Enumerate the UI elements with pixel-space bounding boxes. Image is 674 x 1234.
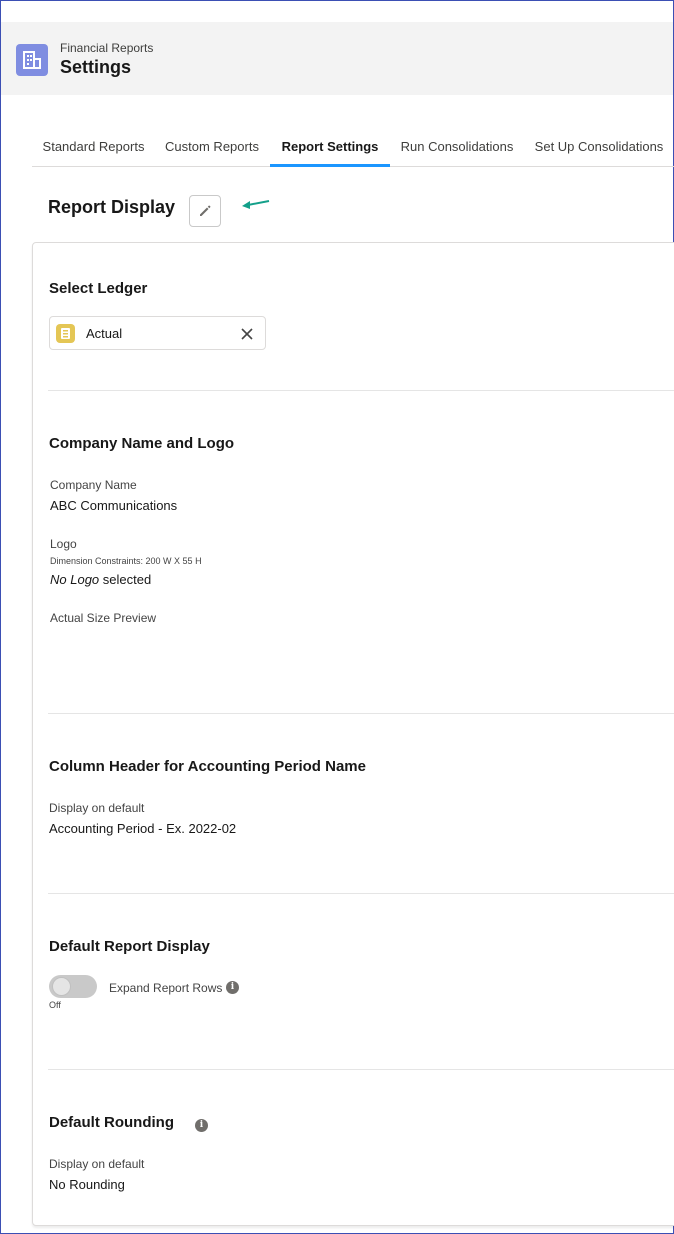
ledger-icon xyxy=(56,324,75,343)
logo-constraints: Dimension Constraints: 200 W X 55 H xyxy=(50,556,202,566)
divider xyxy=(48,713,674,714)
page-title: Settings xyxy=(60,57,132,77)
company-section-title: Company Name and Logo xyxy=(49,435,235,452)
company-name-value: ABC Communications xyxy=(50,498,178,513)
rounding-label: Display on default xyxy=(49,1157,145,1171)
divider xyxy=(48,893,674,894)
company-name-label: Company Name xyxy=(50,478,137,492)
column-header-value: Accounting Period - Ex. 2022-02 xyxy=(49,821,237,836)
ledger-value: Actual xyxy=(86,326,123,341)
page-header: Financial Reports Settings xyxy=(1,22,673,95)
report-display-title: Report Display xyxy=(48,197,176,217)
info-icon[interactable]: i xyxy=(195,1119,208,1132)
preview-label: Actual Size Preview xyxy=(50,611,157,625)
arrow-icon xyxy=(242,200,270,209)
expand-rows-toggle[interactable] xyxy=(49,975,97,998)
tab-set-up-consolidations[interactable]: Set Up Consolidations xyxy=(526,130,672,167)
toggle-label: Expand Report Rows xyxy=(109,981,223,995)
tab-report-settings[interactable]: Report Settings xyxy=(270,130,390,167)
rounding-title: Default Rounding xyxy=(49,1114,174,1131)
edit-button[interactable] xyxy=(189,195,221,227)
close-icon[interactable] xyxy=(239,326,255,342)
toggle-state: Off xyxy=(49,1000,61,1010)
logo-value: No Logo selected xyxy=(50,572,152,587)
ledger-pill[interactable]: Actual xyxy=(49,316,266,350)
app-subtitle: Financial Reports xyxy=(60,41,154,55)
tab-bar: Standard Reports Custom Reports Report S… xyxy=(32,130,674,167)
column-header-title: Column Header for Accounting Period Name xyxy=(49,758,366,775)
logo-label: Logo xyxy=(50,537,77,551)
divider xyxy=(48,1069,674,1070)
report-grid-icon xyxy=(16,44,48,76)
select-ledger-title: Select Ledger xyxy=(49,280,148,297)
tab-run-consolidations[interactable]: Run Consolidations xyxy=(390,130,524,167)
tab-custom-reports[interactable]: Custom Reports xyxy=(155,130,269,167)
column-header-label: Display on default xyxy=(49,801,145,815)
default-display-title: Default Report Display xyxy=(49,938,210,955)
pencil-icon xyxy=(200,205,211,216)
rounding-value: No Rounding xyxy=(49,1177,125,1192)
info-icon[interactable]: i xyxy=(226,981,239,994)
divider xyxy=(48,390,674,391)
tab-standard-reports[interactable]: Standard Reports xyxy=(32,130,155,167)
toggle-knob xyxy=(52,977,71,996)
